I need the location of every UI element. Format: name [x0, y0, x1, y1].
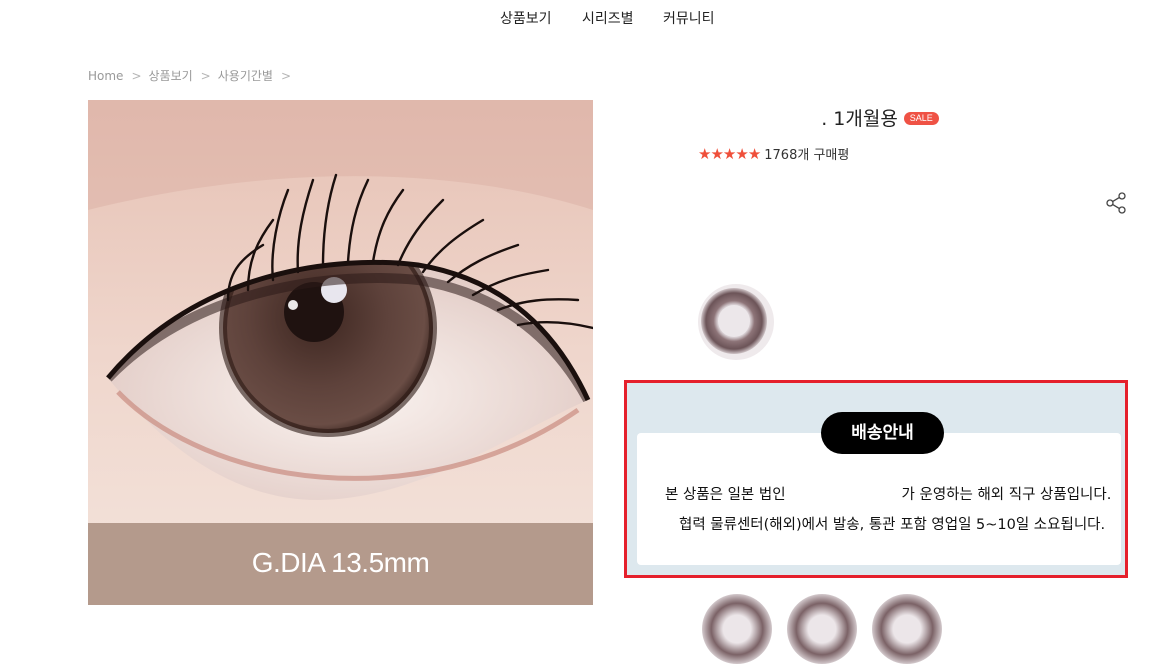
star-icon: ★	[698, 144, 711, 163]
nav-item-products[interactable]: 상품보기	[500, 8, 552, 28]
chevron-right-icon: >	[280, 69, 291, 83]
breadcrumb-products[interactable]: 상품보기	[149, 69, 193, 83]
star-icon: ★	[710, 144, 723, 163]
product-title-text: . 1개월용	[821, 108, 898, 130]
product-title: . 1개월용 SALE	[620, 104, 1140, 131]
chevron-right-icon: >	[200, 69, 211, 83]
breadcrumb-period[interactable]: 사용기간별	[218, 69, 273, 83]
lens-color-swatch[interactable]	[787, 594, 857, 664]
star-rating: ★★★★★	[698, 144, 761, 163]
breadcrumb-home[interactable]: Home	[88, 69, 123, 83]
nav-item-community[interactable]: 커뮤니티	[663, 8, 715, 28]
lens-color-swatch[interactable]	[872, 594, 942, 664]
star-icon: ★	[735, 144, 748, 163]
star-icon: ★	[722, 144, 736, 163]
share-button[interactable]	[1104, 191, 1128, 215]
chevron-right-icon: >	[131, 69, 142, 83]
shipping-line-1-end: 가 운영하는 해외 직구 상품입니다.	[901, 487, 1112, 503]
product-rating[interactable]: ★★★★★ 1768개 구매평	[698, 144, 850, 164]
shipping-notice: 배송안내 본 상품은 일본 법인 가 운영하는 해외 직구 상품입니다. 협력 물…	[624, 380, 1128, 578]
top-navigation: 상품보기 시리즈별 커뮤니티	[0, 0, 1160, 36]
photo-caption-text: G.DIA 13.5mm	[251, 547, 430, 578]
product-main-image: G.DIA 13.5mm	[88, 100, 593, 605]
shipping-notice-title: 배송안내	[821, 412, 944, 454]
nav-item-series[interactable]: 시리즈별	[582, 8, 634, 28]
breadcrumb: Home > 상품보기 > 사용기간별 >	[88, 67, 298, 84]
shipping-notice-line-1: 본 상품은 일본 법인 가 운영하는 해외 직구 상품입니다.	[665, 483, 1111, 504]
sale-badge: SALE	[903, 112, 939, 125]
review-count: 1768개 구매평	[764, 148, 850, 163]
lens-color-swatch[interactable]	[702, 594, 772, 664]
lens-thumbnail	[698, 284, 774, 360]
star-icon: ★	[747, 144, 761, 163]
lens-color-swatch[interactable]	[697, 283, 775, 361]
share-icon	[1106, 192, 1126, 214]
shipping-line-1-start: 본 상품은 일본 법인	[665, 487, 786, 503]
shipping-notice-line-2: 협력 물류센터(해외)에서 발송, 통관 포함 영업일 5~10일 소요됩니다.	[679, 517, 1106, 533]
